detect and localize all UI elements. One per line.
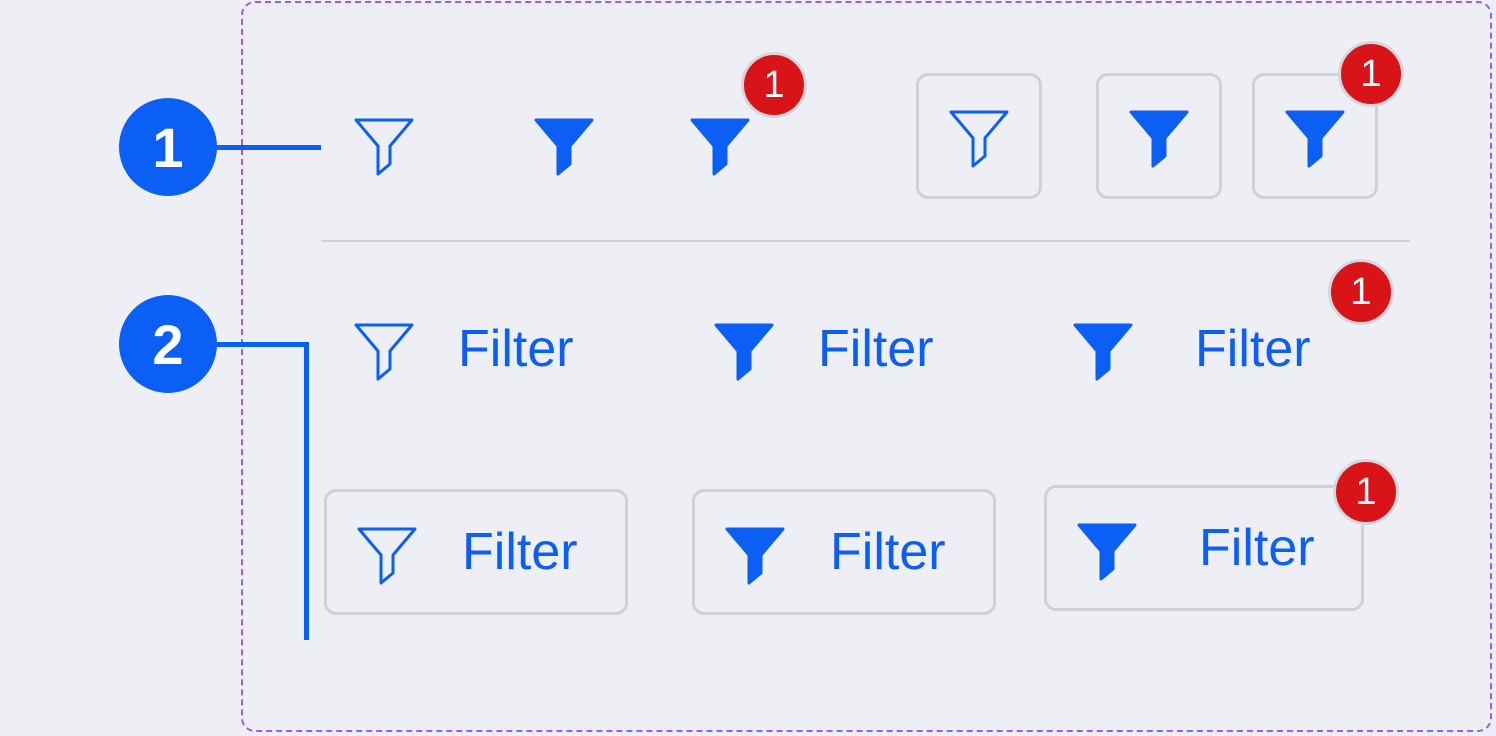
callout-2-connector [215, 342, 309, 347]
filter-count-badge-value: 1 [1355, 470, 1377, 513]
filter-count-badge: 1 [1333, 459, 1399, 525]
filter-icon-button-active[interactable] [530, 110, 598, 178]
filter-label: Filter [458, 320, 574, 378]
filter-outline-icon [949, 110, 1009, 168]
callout-2-bracket [304, 342, 309, 640]
filter-filled-icon [1285, 110, 1345, 168]
filter-count-badge-value: 1 [1350, 270, 1372, 313]
filter-label: Filter [1195, 320, 1311, 378]
filter-filled-icon [1129, 110, 1189, 168]
filter-filled-icon [1077, 523, 1137, 581]
filter-icon-box-button-active[interactable] [1096, 73, 1222, 199]
filter-count-badge: 1 [1328, 259, 1394, 325]
filter-box-button-outline[interactable]: Filter [324, 489, 628, 615]
filter-count-badge-value: 1 [763, 63, 785, 106]
filter-icon-button-outline[interactable] [350, 110, 418, 178]
filter-filled-icon [725, 527, 785, 585]
filter-outline-icon [354, 323, 414, 381]
filter-label: Filter [818, 320, 934, 378]
filter-count-badge: 1 [741, 52, 807, 118]
filter-filled-icon [534, 118, 594, 176]
filter-text-button-active-badge[interactable]: Filter [1069, 309, 1339, 389]
filter-text-button-active[interactable]: Filter [710, 309, 970, 389]
callout-1-label: 1 [152, 115, 184, 179]
row-divider [321, 240, 1410, 242]
callout-2-label: 2 [152, 312, 184, 376]
filter-icon-button-active-badge[interactable] [686, 110, 754, 178]
filter-label: Filter [462, 523, 578, 581]
callout-2: 2 [119, 295, 217, 393]
callout-1: 1 [119, 98, 217, 196]
filter-box-button-active[interactable]: Filter [692, 489, 996, 615]
filter-label: Filter [1199, 519, 1315, 577]
filter-outline-icon [357, 527, 417, 585]
filter-filled-icon [1073, 323, 1133, 381]
callout-1-connector [215, 145, 321, 150]
filter-icon-box-button-outline[interactable] [916, 73, 1042, 199]
filter-label: Filter [830, 523, 946, 581]
filter-outline-icon [354, 118, 414, 176]
filter-count-badge-value: 1 [1360, 52, 1382, 95]
filter-filled-icon [690, 118, 750, 176]
filter-text-button-outline[interactable]: Filter [350, 309, 610, 389]
filter-box-button-active-badge[interactable]: Filter [1044, 485, 1364, 611]
filter-count-badge: 1 [1338, 41, 1404, 107]
filter-filled-icon [714, 323, 774, 381]
